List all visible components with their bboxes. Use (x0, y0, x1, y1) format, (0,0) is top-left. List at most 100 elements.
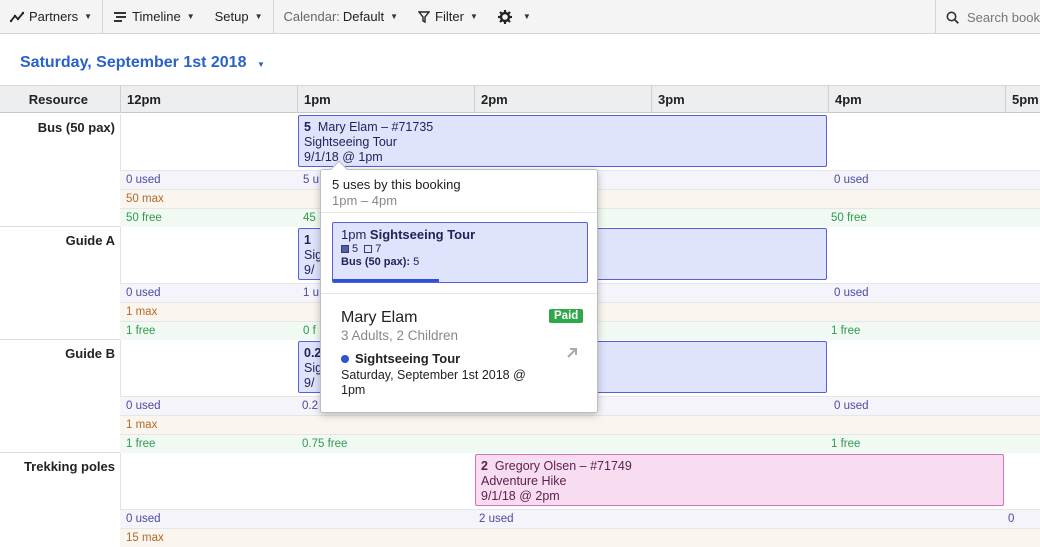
child-square-icon (364, 245, 373, 253)
caret-down-icon: ▼ (84, 12, 93, 21)
filter-menu[interactable]: Filter ▼ (408, 0, 488, 34)
adults-count: 5 (352, 243, 359, 255)
resource-name: Guide B (65, 346, 115, 361)
progress-bar (333, 279, 439, 282)
booking-tour: Adventure Hike (481, 474, 567, 488)
resource-value: 5 (413, 256, 420, 268)
resource-label: Bus (50 pax): (341, 256, 411, 268)
calendar-prefix: Calendar: (283, 9, 340, 24)
filter-icon (418, 10, 431, 23)
booking-line: 5 Mary Elam – #71735 (304, 120, 821, 135)
children-count: 7 (375, 243, 382, 255)
open-external-icon[interactable] (565, 346, 579, 360)
free-row: 1 free 0.75 free 1 free (120, 434, 1040, 453)
divider (321, 293, 597, 294)
resource-column-header: Resource (28, 92, 88, 107)
trend-icon (10, 11, 24, 22)
caret-down-icon: ▼ (254, 12, 263, 21)
free-value: 1 free (831, 325, 861, 337)
partners-label: Partners (29, 9, 79, 24)
timeline-menu[interactable]: Timeline ▼ (103, 0, 205, 34)
free-value: 1 free (126, 438, 156, 450)
booking-popover: 5 uses by this booking 1pm – 4pm 1pm Sig… (320, 160, 598, 413)
max-row: 1 max (120, 415, 1040, 434)
caret-down-icon: ▼ (469, 12, 478, 21)
toolbar: Partners ▼ Timeline ▼ Setup ▼ Calendar: … (0, 0, 1040, 34)
date-title-text: Saturday, September 1st 2018 (20, 54, 247, 71)
booking-when: 9/1/18 @ 1pm (304, 150, 383, 164)
time-column-header: 12pm (120, 86, 297, 113)
resource-name: Guide A (65, 233, 115, 248)
time-column-header: 5pm (1005, 86, 1040, 113)
resource-name: Bus (50 pax) (37, 120, 115, 135)
time-column-header: 3pm (651, 86, 828, 113)
card-title: 1pm Sightseeing Tour (341, 227, 579, 242)
used-row: 0 used 2 used 0 used (120, 509, 1040, 543)
max-value: 1 max (126, 306, 158, 318)
card-resource: Bus (50 pax): 5 (341, 256, 579, 268)
used-value: 0 used (126, 400, 161, 412)
card-counts: 5 7 (341, 243, 579, 255)
used-value: 0 used (834, 174, 869, 186)
free-value: 0 f (303, 325, 316, 337)
booking-count: 1 (304, 233, 311, 247)
gear-icon (497, 9, 512, 24)
calendar-menu[interactable]: Calendar: Default ▼ (274, 0, 409, 34)
partners-menu[interactable]: Partners ▼ (0, 0, 102, 34)
booking-when: 9/1/18 @ 2pm (481, 489, 560, 503)
date-selector[interactable]: Saturday, September 1st 2018 ▼ (20, 54, 265, 72)
free-value: 1 free (126, 325, 156, 337)
booking-line: 2 Gregory Olsen – #71749 (481, 459, 998, 474)
used-value: 5 u (303, 174, 319, 186)
time-column-header: 2pm (474, 86, 651, 113)
used-value: 0 used (126, 174, 161, 186)
booking-block[interactable]: 2 Gregory Olsen – #71749 Adventure Hike … (475, 454, 1004, 506)
search-placeholder: Search booki (967, 9, 1040, 25)
item-row: Sightseeing Tour (341, 351, 460, 366)
item-when: Saturday, September 1st 2018 @ 1pm (341, 368, 526, 397)
caret-down-icon: ▼ (522, 12, 531, 21)
adult-square-icon (341, 245, 349, 253)
caret-down-icon: ▼ (390, 12, 399, 21)
booking-block[interactable]: 5 Mary Elam – #71735 Sightseeing Tour 9/… (298, 115, 827, 167)
customer-name: Mary Elam (341, 309, 418, 326)
free-value: 50 free (831, 212, 867, 224)
party-size: 3 Adults, 2 Children (341, 328, 459, 343)
item-name: Sightseeing Tour (355, 351, 461, 366)
free-value: 45 (303, 212, 316, 224)
booking-name: Gregory Olsen – #71749 (494, 459, 632, 473)
max-value: 50 max (126, 193, 164, 205)
max-value: 15 max (126, 532, 164, 544)
item-dot-icon (341, 354, 349, 363)
time-column-header: 1pm (297, 86, 474, 113)
free-value: 0.75 free (302, 438, 348, 450)
free-value: 50 free (126, 212, 162, 224)
booking-count: 5 (304, 120, 311, 134)
caret-down-icon: ▼ (256, 60, 265, 69)
time-column-header: 4pm (828, 86, 1005, 113)
resource-name: Trekking poles (23, 459, 115, 474)
booking-name: Mary Elam – #71735 (317, 120, 434, 134)
settings-menu[interactable]: ▼ (488, 0, 541, 34)
used-value: 1 u (303, 287, 319, 299)
booking-tour: Sightseeing Tour (304, 135, 397, 149)
popover-booking-card[interactable]: 1pm Sightseeing Tour 5 7 Bus (50 pax): 5 (332, 222, 588, 283)
used-value: 0 used (126, 513, 161, 525)
max-value: 1 max (126, 419, 158, 431)
used-value: 0 used (834, 400, 869, 412)
paid-badge: Paid (549, 309, 584, 323)
used-value: 2 used (479, 513, 514, 525)
time-range: 1pm – 4pm (332, 193, 398, 208)
used-value: 0 used (834, 287, 869, 299)
used-value: 0.2 (302, 400, 318, 412)
calendar-value: Default (342, 9, 385, 24)
grid-header: Resource 12pm 1pm 2pm 3pm 4pm 5pm (0, 85, 1040, 113)
booking-count: 2 (481, 459, 488, 473)
search-box[interactable]: Search booki (935, 0, 1040, 34)
popover-header: 5 uses by this booking 1pm – 4pm (321, 170, 597, 213)
card-time: 1pm (341, 227, 367, 242)
search-icon (946, 11, 959, 24)
setup-menu[interactable]: Setup ▼ (205, 0, 273, 34)
timeline-label: Timeline (132, 9, 181, 24)
used-value: 0 used (126, 287, 161, 299)
